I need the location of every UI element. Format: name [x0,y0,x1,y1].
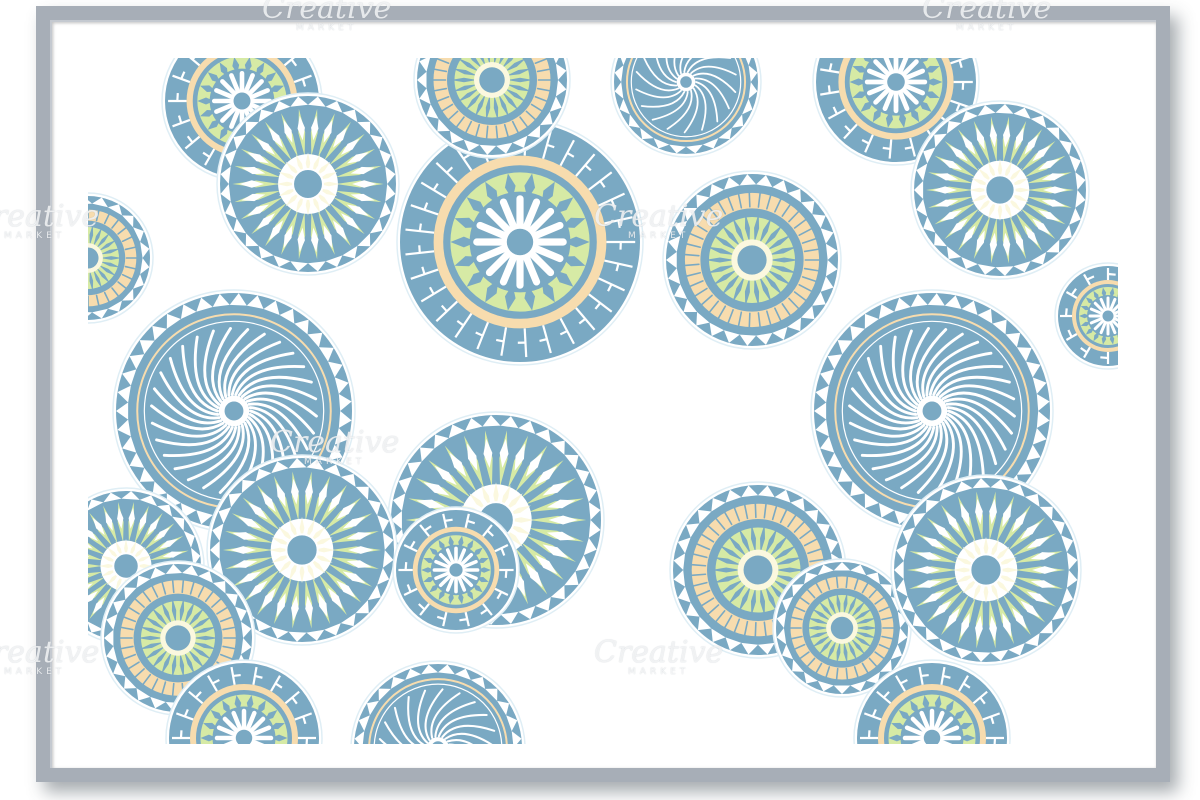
mandala-flower [910,100,1090,280]
mandala-greek [1054,262,1118,370]
watermark-mid: Creative MARKET [270,425,400,467]
mandala-flower [216,92,400,276]
mandala-greek [396,118,644,366]
watermark-left: CreativeMARKET [0,199,100,241]
mandala-swirl [350,660,526,744]
watermark-top-center: Creative MARKET [262,0,392,33]
mandala-flower [890,474,1082,666]
mandala-greek [392,506,520,634]
watermark-top-right: Creative MARKET [922,0,1052,33]
watermark-bottom-center: Creative MARKET [594,635,724,677]
watermark-bottom-left: CreativeMARKET [0,635,100,677]
mandala-ring [662,170,842,350]
watermark-center: Creative MARKET [594,199,724,241]
mandala-swirl [610,58,762,158]
